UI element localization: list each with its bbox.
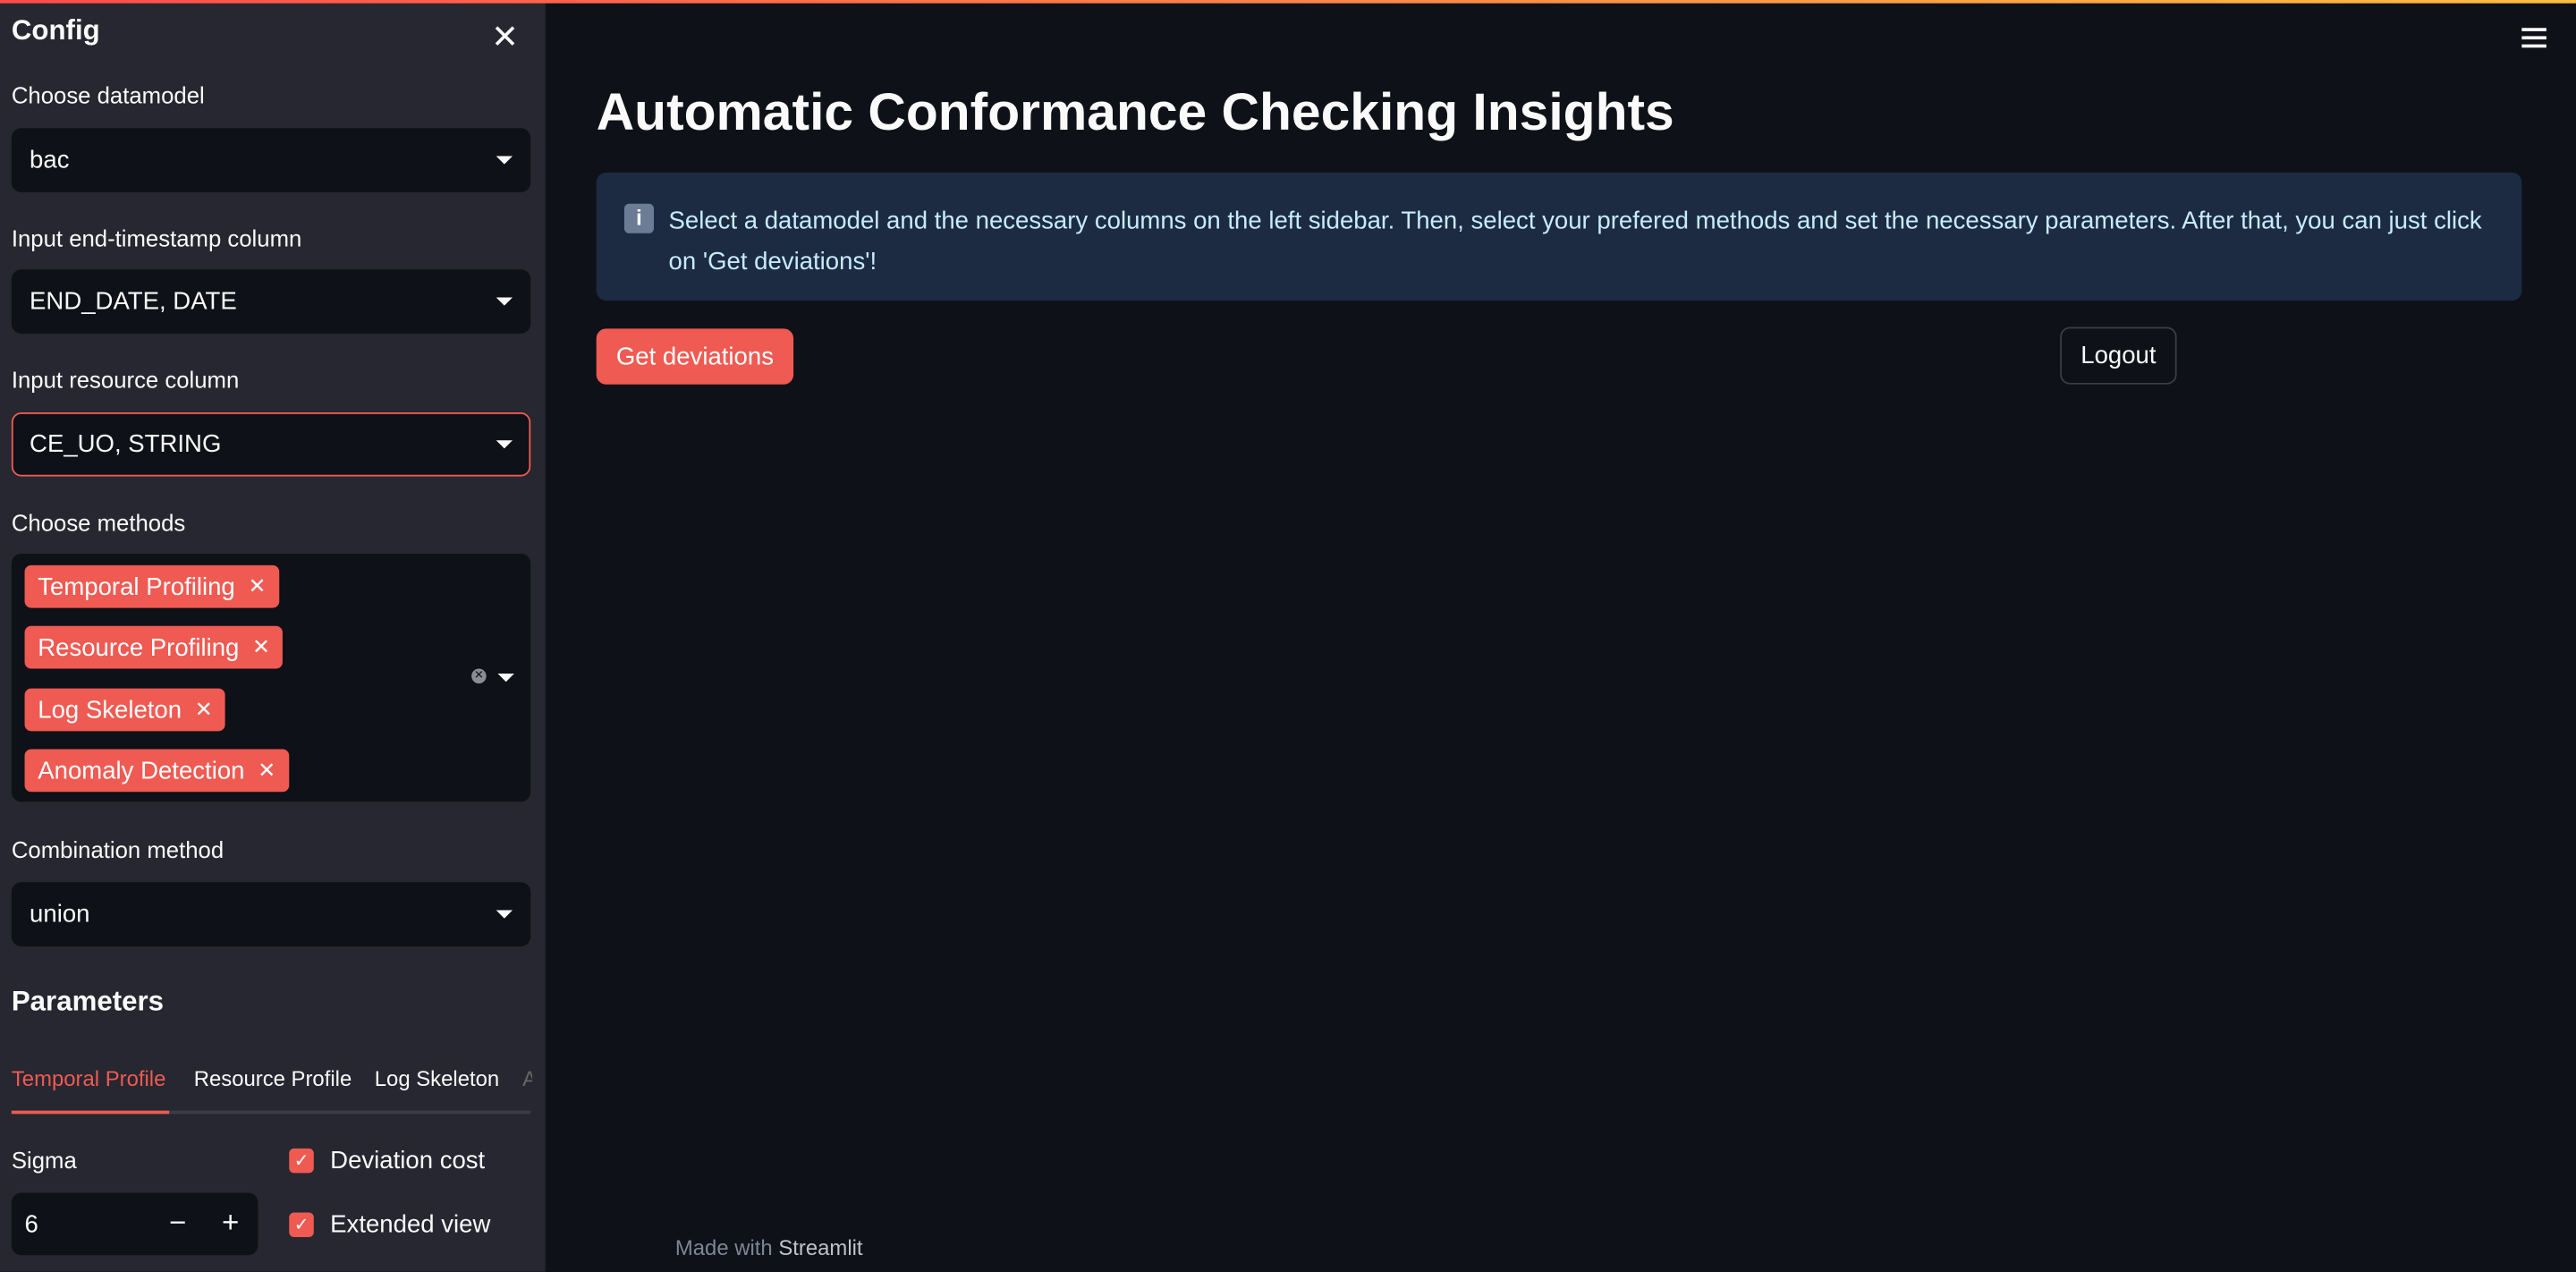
combination-select[interactable]: union	[11, 882, 531, 946]
checkmark-icon: ✓	[289, 1212, 314, 1238]
chevron-down-icon	[496, 910, 513, 919]
remove-tag-icon[interactable]: ✕	[258, 758, 275, 784]
sigma-label: Sigma	[11, 1147, 77, 1174]
tab-resource-profile[interactable]: Resource Profile	[194, 1066, 352, 1091]
close-icon[interactable]: ✕	[491, 18, 519, 57]
plus-icon[interactable]: +	[222, 1206, 239, 1241]
top-decoration	[0, 0, 2576, 4]
method-tag: Temporal Profiling ✕	[24, 564, 280, 608]
extended-view-checkbox[interactable]: ✓ Extended view	[289, 1211, 490, 1239]
end-timestamp-select[interactable]: END_DATE, DATE	[11, 269, 531, 334]
remove-tag-icon[interactable]: ✕	[252, 634, 270, 660]
tag-label: Anomaly Detection	[38, 756, 245, 785]
chevron-down-icon	[496, 156, 513, 165]
info-alert: i Select a datamodel and the necessary c…	[596, 172, 2522, 301]
datamodel-value: bac	[30, 146, 70, 174]
tab-temporal-profile[interactable]: Temporal Profile	[12, 1066, 166, 1091]
resource-value: CE_UO, STRING	[30, 430, 222, 459]
resource-select[interactable]: CE_UO, STRING	[11, 412, 531, 477]
footer: Made with Streamlit	[675, 1235, 863, 1260]
method-tag: Resource Profiling ✕	[24, 625, 284, 669]
sigma-input[interactable]: 6 − +	[11, 1192, 258, 1256]
parameters-heading: Parameters	[11, 986, 164, 1017]
get-deviations-button[interactable]: Get deviations	[596, 328, 794, 385]
streamlit-link[interactable]: Streamlit	[778, 1235, 862, 1260]
combination-value: union	[30, 900, 90, 929]
datamodel-select[interactable]: bac	[11, 128, 531, 192]
combination-label: Combination method	[11, 835, 225, 863]
tag-label: Log Skeleton	[38, 695, 182, 725]
logout-button[interactable]: Logout	[2060, 326, 2177, 385]
sigma-value: 6	[24, 1210, 38, 1239]
method-tag: Log Skeleton ✕	[24, 688, 226, 732]
resource-label: Input resource column	[11, 366, 240, 393]
chevron-down-icon	[496, 297, 513, 306]
footer-prefix: Made with	[674, 1235, 773, 1260]
hamburger-menu-icon[interactable]	[2521, 28, 2546, 48]
sidebar: Config ✕ Choose datamodel bac Input end-…	[0, 0, 546, 1272]
methods-label: Choose methods	[11, 509, 186, 536]
tab-anomaly-detection[interactable]: A	[522, 1066, 532, 1091]
clear-all-icon[interactable]: ✕	[471, 668, 487, 684]
end-timestamp-label: Input end-timestamp column	[11, 225, 302, 252]
checkmark-icon: ✓	[289, 1148, 314, 1174]
checkbox-label: Deviation cost	[330, 1147, 486, 1175]
minus-icon[interactable]: −	[169, 1206, 186, 1241]
tab-log-skeleton[interactable]: Log Skeleton	[375, 1066, 499, 1091]
method-tag: Anomaly Detection ✕	[24, 749, 289, 793]
remove-tag-icon[interactable]: ✕	[195, 697, 213, 723]
info-icon: i	[623, 203, 655, 233]
end-timestamp-value: END_DATE, DATE	[30, 287, 237, 316]
tag-label: Resource Profiling	[38, 633, 240, 662]
sidebar-title: Config	[11, 14, 100, 47]
deviation-cost-checkbox[interactable]: ✓ Deviation cost	[289, 1147, 485, 1174]
chevron-down-icon[interactable]	[497, 674, 514, 683]
chevron-down-icon	[496, 440, 513, 449]
datamodel-label: Choose datamodel	[11, 81, 205, 109]
tag-label: Temporal Profiling	[38, 572, 235, 601]
info-text: Select a datamodel and the necessary col…	[668, 207, 2482, 276]
page-title: Automatic Conformance Checking Insights	[596, 81, 1674, 141]
active-tab-indicator	[11, 1110, 170, 1115]
remove-tag-icon[interactable]: ✕	[248, 573, 266, 599]
checkbox-label: Extended view	[330, 1210, 491, 1239]
app: Config ✕ Choose datamodel bac Input end-…	[0, 0, 2576, 1272]
